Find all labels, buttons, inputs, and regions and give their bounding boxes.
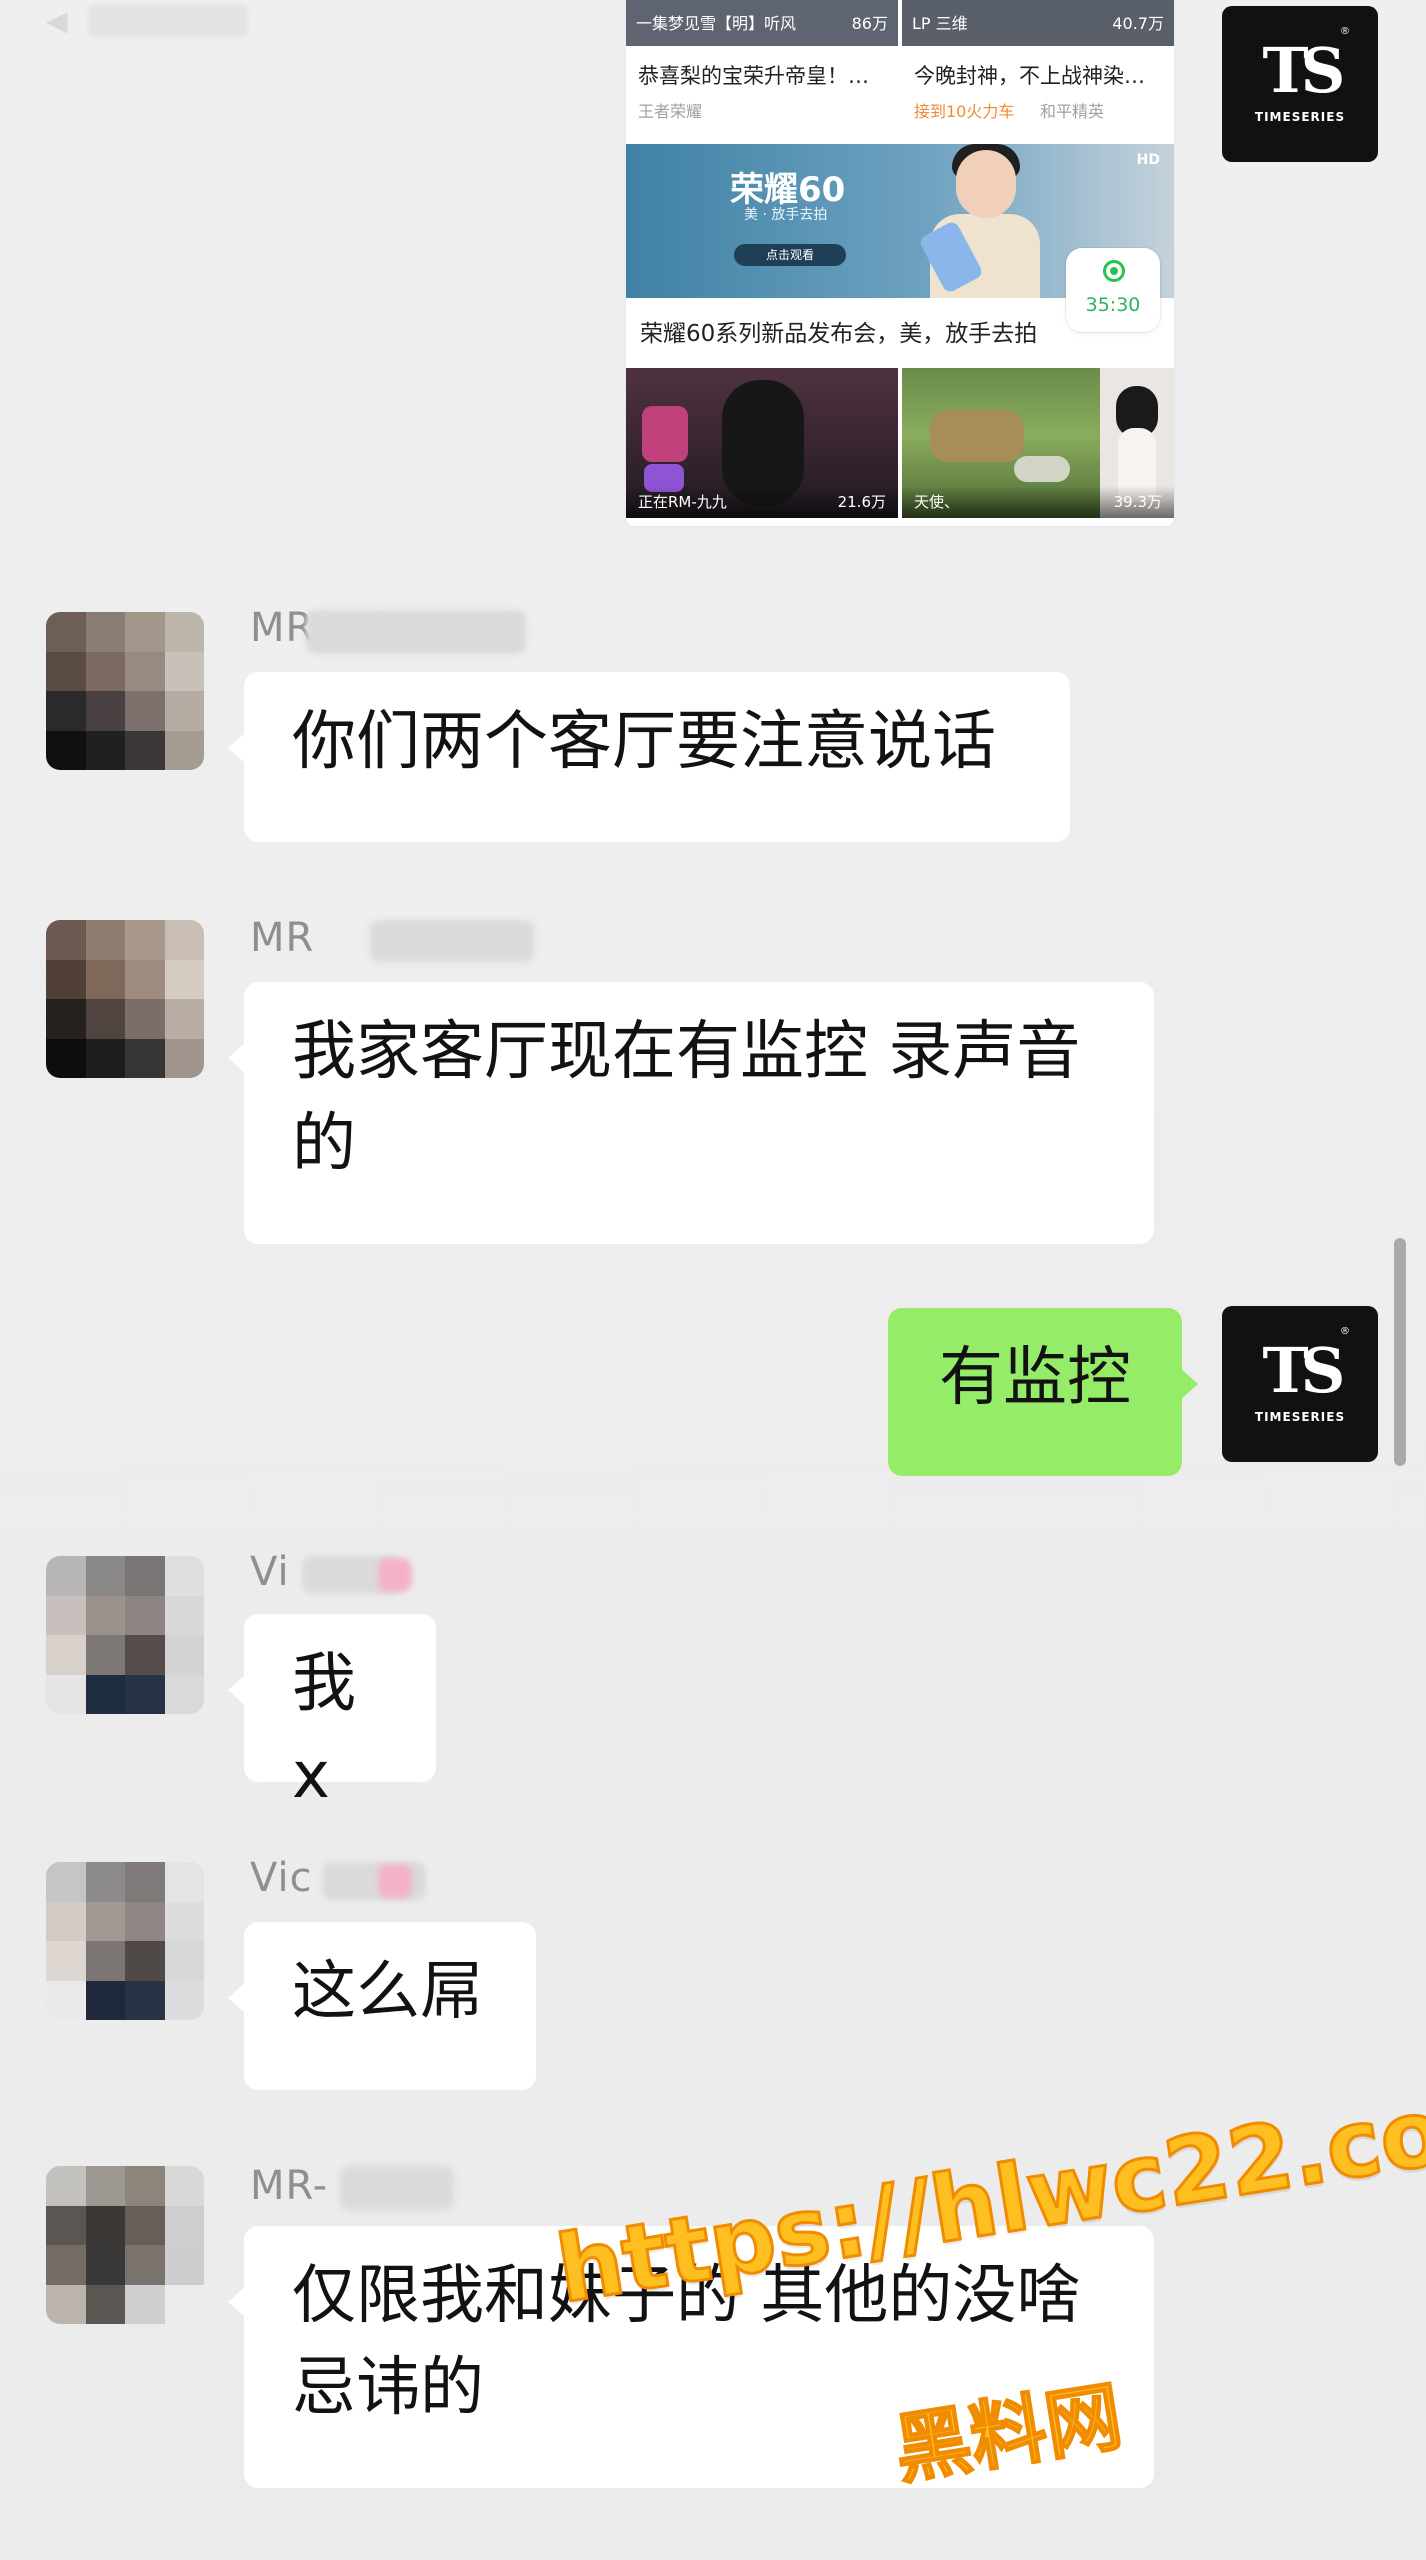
card-tile-2[interactable]: LP 三维 40.7万 今晚封神，不上战神染… 接到10火力车 和平精英	[902, 0, 1174, 140]
message-bubble-3[interactable]: 我x	[228, 1614, 436, 1813]
thumb-right-label: 天使、	[914, 493, 960, 511]
brand-registered-top: ®	[1340, 26, 1350, 37]
emoji-heart-blur-2	[378, 1864, 412, 1898]
shared-media-card[interactable]: 一集梦见雪【明】听风 86万 恭喜梨的宝荣升帝皇！… 王者荣耀 LP 三维 40…	[626, 0, 1174, 526]
brand-mark-top: TS	[1262, 34, 1346, 107]
avatar-mr-2[interactable]	[46, 920, 204, 1078]
tile-2-extra: 和平精英	[1040, 102, 1105, 121]
banner-subtitle: 美 · 放手去拍	[744, 207, 828, 223]
avatar-mr-3[interactable]	[46, 2166, 204, 2324]
tile-1-subtitle: 王者荣耀	[638, 102, 703, 121]
banner-caption: 荣耀60系列新品发布会，美，放手去拍	[640, 321, 1038, 347]
tile-2-top-text: LP 三维	[912, 14, 968, 33]
emoji-heart-blur-1	[378, 1558, 412, 1592]
tile-2-title: 今晚封神，不上战神染…	[914, 64, 1145, 88]
call-time: 35:30	[1085, 294, 1141, 316]
message-bubble-self[interactable]: 有监控	[888, 1308, 1198, 1476]
self-avatar-top[interactable]: TS TIMESERIES ®	[1222, 6, 1378, 162]
vertical-scrollbar[interactable]	[1394, 1238, 1406, 1466]
chat-screen: ◀ 一集梦见雪【明】听风 86万 恭喜梨的宝荣升帝皇！… 王者荣耀 LP 三维 …	[0, 0, 1426, 2560]
thumb-left-label: 正在RM-九九	[638, 493, 727, 511]
sender-name-2: MR	[250, 915, 315, 961]
avatar-vi-1[interactable]	[46, 1556, 204, 1714]
avatar-mr-1[interactable]	[46, 612, 204, 770]
sender-name-5: MR-	[250, 2163, 329, 2209]
phone-call-icon	[1103, 260, 1125, 282]
message-bubble-4[interactable]: 这么屌	[228, 1922, 536, 2090]
tile-1-count: 86万	[851, 14, 888, 33]
stream-thumbnail-right[interactable]: 天使、 39.3万	[902, 368, 1174, 518]
banner-watch-button[interactable]: 点击观看	[734, 244, 846, 266]
thumb-left-count: 21.6万	[837, 493, 886, 511]
tile-1-title: 恭喜梨的宝荣升帝皇！…	[638, 64, 869, 88]
stream-thumbnail-left[interactable]: 正在RM-九九 21.6万	[626, 368, 898, 518]
brand-name: TIMESERIES	[1254, 1410, 1346, 1424]
sender-name-4: Vic	[250, 1855, 313, 1901]
call-duration-badge[interactable]: 35:30	[1066, 248, 1160, 332]
tile-1-top-text: 一集梦见雪【明】听风	[636, 14, 797, 33]
tile-2-count: 40.7万	[1112, 14, 1164, 33]
chat-title-blurred	[88, 4, 248, 38]
avatar-vi-2[interactable]	[46, 1862, 204, 2020]
sender-name-5-blur	[340, 2166, 454, 2210]
sender-name-2-blur	[370, 920, 534, 962]
sender-name-3: Vi	[250, 1549, 290, 1595]
brand-mark: TS	[1262, 1334, 1346, 1407]
tile-2-subtitle: 接到10火力车	[914, 102, 1015, 121]
brand-registered: ®	[1340, 1326, 1350, 1337]
brand-name-top: TIMESERIES	[1254, 110, 1346, 124]
message-bubble-1[interactable]: 你们两个客厅要注意说话	[228, 672, 1070, 842]
sender-name-1: MR	[250, 605, 315, 651]
self-avatar[interactable]: TS TIMESERIES ®	[1222, 1306, 1378, 1462]
sender-name-1-blur	[306, 610, 526, 654]
back-icon[interactable]: ◀	[46, 6, 76, 36]
message-bubble-2[interactable]: 我家客厅现在有监控 录声音的	[228, 982, 1154, 1244]
hd-badge: HD	[1136, 152, 1160, 168]
card-tile-1[interactable]: 一集梦见雪【明】听风 86万 恭喜梨的宝荣升帝皇！… 王者荣耀	[626, 0, 898, 140]
thumb-right-count: 39.3万	[1113, 493, 1162, 511]
